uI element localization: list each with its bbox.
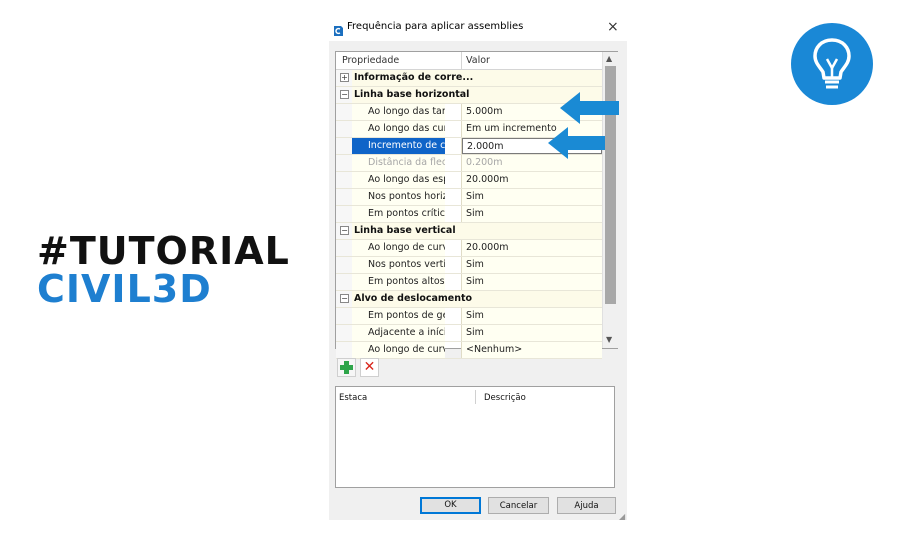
- cancel-button[interactable]: Cancelar: [488, 497, 549, 514]
- add-station-button[interactable]: [337, 358, 356, 377]
- category-label: Linha base horizontal: [354, 89, 470, 100]
- header-separator[interactable]: [461, 52, 462, 69]
- row-gutter: [336, 155, 352, 171]
- property-label[interactable]: Ao longo das curvas: [352, 121, 445, 137]
- property-value[interactable]: 20.000m: [462, 240, 602, 256]
- property-label[interactable]: Nos pontos verticai...: [352, 257, 445, 273]
- delete-station-button[interactable]: ✕: [360, 358, 379, 377]
- column-description[interactable]: Descrição: [484, 393, 526, 403]
- grid-header: Propriedade Valor: [336, 52, 602, 70]
- header-property[interactable]: Propriedade: [342, 55, 399, 66]
- frequency-dialog: Frequência para aplicar assemblies × Pro…: [329, 15, 627, 521]
- property-label[interactable]: Ao longo de curvas...: [352, 342, 445, 358]
- property-value[interactable]: Sim: [462, 257, 602, 273]
- property-value[interactable]: 20.000m: [462, 172, 602, 188]
- property-value[interactable]: Sim: [462, 308, 602, 324]
- grid-property-row[interactable]: Em pontos de geo... Sim: [336, 308, 602, 325]
- grid-property-row[interactable]: Adjacente a início/... Sim: [336, 325, 602, 342]
- dialog-title: Frequência para aplicar assemblies: [347, 21, 524, 32]
- property-label[interactable]: Ao longo de curvas...: [352, 240, 445, 256]
- brand-line-2: CIVIL3D: [37, 267, 212, 311]
- grid-property-row[interactable]: Ao longo de curvas... 20.000m: [336, 240, 602, 257]
- row-gutter: [336, 104, 352, 120]
- property-label[interactable]: Em pontos altos ou...: [352, 274, 445, 290]
- collapse-icon[interactable]: −: [340, 226, 349, 235]
- category-label: Alvo de deslocamento: [354, 293, 473, 304]
- property-value[interactable]: Sim: [462, 189, 602, 205]
- property-label[interactable]: Incremento de curva: [352, 138, 445, 154]
- property-value[interactable]: Sim: [462, 325, 602, 341]
- column-separator[interactable]: [475, 390, 476, 404]
- row-gutter: [336, 274, 352, 290]
- property-label[interactable]: Em pontos críticos ...: [352, 206, 445, 222]
- category-label: Linha base vertical: [354, 225, 456, 236]
- row-gutter: [336, 189, 352, 205]
- row-gutter: [336, 138, 352, 154]
- plus-icon-bar: [340, 365, 353, 370]
- arrow-left-icon: [560, 92, 619, 124]
- property-label[interactable]: Adjacente a início/...: [352, 325, 445, 341]
- column-station[interactable]: Estaca: [339, 393, 367, 403]
- property-label[interactable]: Distância da flecha...: [352, 155, 445, 171]
- collapse-icon[interactable]: −: [340, 294, 349, 303]
- row-gutter: [336, 206, 352, 222]
- grid-property-row[interactable]: Ao longo das espir... 20.000m: [336, 172, 602, 189]
- row-gutter: [336, 172, 352, 188]
- row-gutter: [336, 342, 352, 358]
- grid-category-row[interactable]: − Linha base vertical: [336, 223, 602, 240]
- station-list[interactable]: Estaca Descrição: [335, 386, 615, 488]
- arrow-left-icon-2: [548, 127, 605, 159]
- lightbulb-icon: [791, 23, 873, 105]
- scroll-down-icon[interactable]: ▼: [606, 335, 612, 344]
- civil3d-app-icon: [333, 22, 344, 36]
- close-icon[interactable]: ×: [607, 19, 619, 35]
- grid-property-row[interactable]: Ao longo de curvas... <Nenhum>: [336, 342, 602, 359]
- grid-property-row[interactable]: Nos pontos horizo... Sim: [336, 189, 602, 206]
- property-label[interactable]: Nos pontos horizo...: [352, 189, 445, 205]
- brand-title: #TUTORIAL CIVIL3D: [37, 232, 290, 308]
- resize-grip-icon[interactable]: ◢: [619, 512, 625, 521]
- grid-category-row[interactable]: − Alvo de deslocamento: [336, 291, 602, 308]
- category-label: Informação de corre...: [354, 72, 474, 83]
- row-gutter: [336, 325, 352, 341]
- grid-category-row[interactable]: + Informação de corre...: [336, 70, 602, 87]
- help-button[interactable]: Ajuda: [557, 497, 616, 514]
- property-value[interactable]: <Nenhum>: [462, 342, 602, 358]
- dialog-titlebar[interactable]: Frequência para aplicar assemblies ×: [329, 15, 627, 41]
- collapse-icon[interactable]: −: [340, 90, 349, 99]
- grid-property-row[interactable]: Em pontos altos ou... Sim: [336, 274, 602, 291]
- row-gutter: [336, 121, 352, 137]
- grid-property-row[interactable]: Nos pontos verticai... Sim: [336, 257, 602, 274]
- ok-button[interactable]: OK: [420, 497, 481, 514]
- property-label[interactable]: Ao longo das espir...: [352, 172, 445, 188]
- scroll-up-icon[interactable]: ▲: [606, 54, 612, 63]
- property-label[interactable]: Em pontos de geo...: [352, 308, 445, 324]
- property-value[interactable]: Sim: [462, 274, 602, 290]
- property-value[interactable]: Sim: [462, 206, 602, 222]
- header-value[interactable]: Valor: [466, 55, 490, 66]
- brand-line-1: #TUTORIAL: [37, 229, 290, 273]
- row-gutter: [336, 240, 352, 256]
- grid-property-row[interactable]: Em pontos críticos ... Sim: [336, 206, 602, 223]
- row-gutter: [336, 308, 352, 324]
- row-gutter: [336, 257, 352, 273]
- property-label[interactable]: Ao longo das tang...: [352, 104, 445, 120]
- expand-icon[interactable]: +: [340, 73, 349, 82]
